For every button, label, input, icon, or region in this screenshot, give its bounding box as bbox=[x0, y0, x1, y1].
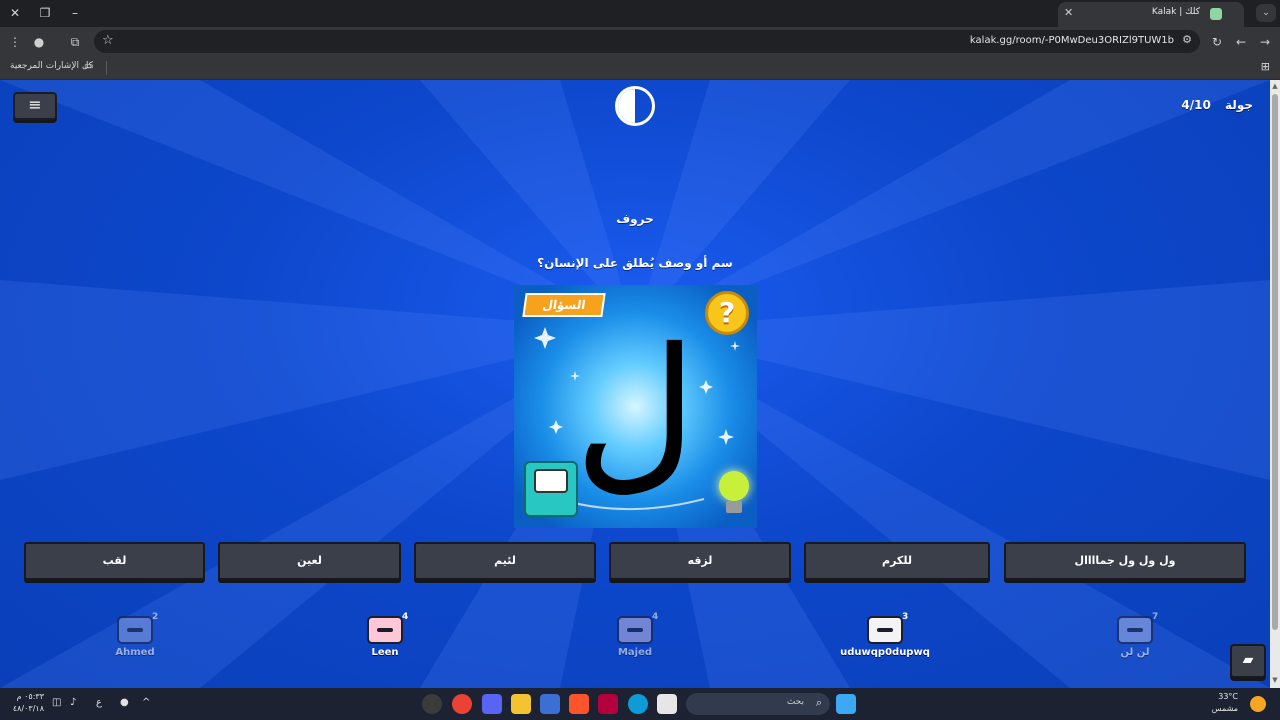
taskbar-search[interactable]: بحث ⌕ bbox=[686, 693, 830, 715]
player-name: Leen bbox=[371, 647, 399, 658]
player-item: 4 Leen bbox=[340, 610, 430, 666]
answer-button-1[interactable]: ول ول ول جماااال bbox=[1004, 542, 1246, 580]
tab-kalak[interactable]: ✕ Kalak | كلك bbox=[1058, 2, 1244, 27]
brave-icon[interactable] bbox=[569, 694, 589, 714]
answer-button-3[interactable]: لزقه bbox=[609, 542, 791, 580]
system-clock[interactable]: ٠٥:٣٣ م ٤٨/٠٣/١٨ bbox=[12, 691, 44, 715]
player-item: 2 Ahmed bbox=[90, 610, 180, 666]
game-area: ≡ جولة 4/10 حروف سم أو وصف يُطلق على الإ… bbox=[0, 80, 1270, 688]
weather-widget[interactable]: 33°C مشمس bbox=[1198, 691, 1238, 715]
file-explorer-icon[interactable] bbox=[511, 694, 531, 714]
player-avatar bbox=[1117, 616, 1153, 644]
answer-button-4[interactable]: لئيم bbox=[414, 542, 596, 580]
round-label: جولة bbox=[1225, 98, 1253, 112]
app-icon-red[interactable] bbox=[598, 694, 618, 714]
scroll-up-icon[interactable]: ▲ bbox=[1271, 82, 1279, 90]
bookmarks-divider bbox=[106, 61, 107, 75]
lightbulb-icon bbox=[719, 471, 749, 501]
player-item: 7 لن لن bbox=[1090, 610, 1180, 666]
tab-search-icon[interactable]: ⌄ bbox=[1256, 4, 1276, 22]
tab-title: Kalak | كلك bbox=[1151, 7, 1200, 17]
language-indicator[interactable]: ع bbox=[96, 697, 102, 708]
minimize-window-icon[interactable]: – bbox=[64, 4, 86, 22]
player-name: Majed bbox=[617, 647, 653, 658]
microphone-icon[interactable]: ● bbox=[120, 697, 129, 708]
sun-icon bbox=[1250, 696, 1266, 712]
player-item: 3 uduwqp0dupwq bbox=[840, 610, 930, 666]
weather-condition: مشمس bbox=[1211, 704, 1238, 713]
answer-button-2[interactable]: للكرم bbox=[804, 542, 990, 580]
players-list: 7 لن لن 3 uduwqp0dupwq 4 Majed 4 Leen 2 … bbox=[0, 610, 1270, 670]
volume-icon[interactable]: ♪ bbox=[70, 697, 76, 708]
answer-button-6[interactable]: لقب bbox=[24, 542, 205, 580]
player-avatar bbox=[367, 616, 403, 644]
player-score: 4 bbox=[402, 612, 409, 622]
answer-options: ول ول ول جماااال للكرم لزقه لئيم لعين لق… bbox=[24, 542, 1246, 582]
close-tab-icon[interactable]: ✕ bbox=[1064, 6, 1073, 19]
player-name: لن لن bbox=[1120, 647, 1150, 658]
app-icon-window[interactable] bbox=[657, 694, 677, 714]
forward-icon[interactable]: → bbox=[1256, 33, 1274, 51]
apps-grid-icon[interactable]: ⊞ bbox=[1261, 60, 1270, 73]
extensions-icon[interactable]: ⧉ bbox=[66, 33, 84, 51]
network-icon[interactable]: ◫ bbox=[52, 697, 61, 708]
player-score: 4 bbox=[652, 612, 659, 622]
site-settings-icon[interactable]: ⚙ bbox=[1182, 33, 1192, 46]
clock-date: ٤٨/٠٣/١٨ bbox=[12, 704, 44, 713]
category-title: حروف bbox=[616, 212, 654, 226]
player-avatar bbox=[617, 616, 653, 644]
kalak-logo bbox=[615, 86, 655, 126]
round-number: 4/10 bbox=[1181, 98, 1211, 112]
answer-button-5[interactable]: لعين bbox=[218, 542, 401, 580]
restore-window-icon[interactable]: ❐ bbox=[34, 4, 56, 22]
chat-button[interactable]: ▰ bbox=[1230, 644, 1266, 678]
scrollbar-thumb[interactable] bbox=[1272, 94, 1278, 630]
browser-tab-bar: ✕ ❐ – + ✕ Kalak | كلك ⌄ bbox=[0, 0, 1280, 27]
search-placeholder: بحث bbox=[786, 697, 804, 707]
player-avatar bbox=[117, 616, 153, 644]
search-icon: ⌕ bbox=[815, 696, 822, 709]
address-bar[interactable]: ☆ kalak.gg/room/-P0MwDeu3ORIZl9TUW1b ⚙ bbox=[94, 30, 1200, 53]
scroll-down-icon[interactable]: ▼ bbox=[1271, 676, 1279, 684]
clock-time: ٠٥:٣٣ م bbox=[16, 692, 44, 701]
edge-icon[interactable] bbox=[628, 694, 648, 714]
reload-icon[interactable]: ↻ bbox=[1208, 33, 1226, 51]
url-text: kalak.gg/room/-P0MwDeu3ORIZl9TUW1b bbox=[969, 35, 1174, 46]
player-avatar bbox=[867, 616, 903, 644]
player-score: 7 bbox=[1152, 612, 1159, 622]
app-icon-settings[interactable] bbox=[540, 694, 560, 714]
windows-start-icon[interactable] bbox=[836, 694, 856, 714]
profile-avatar[interactable]: ● bbox=[30, 33, 48, 51]
all-bookmarks-link[interactable]: كل الإشارات المرجعية bbox=[10, 61, 93, 71]
player-name: Ahmed bbox=[115, 647, 155, 658]
player-score: 2 bbox=[152, 612, 159, 622]
hamburger-menu-button[interactable]: ≡ bbox=[13, 92, 57, 120]
tray-overflow-icon[interactable]: ^ bbox=[142, 697, 150, 708]
windows-taskbar: ٠٥:٣٣ م ٤٨/٠٣/١٨ ◫ ♪ ع ● ^ بحث ⌕ 33°C مش… bbox=[0, 688, 1280, 720]
favicon-icon bbox=[1210, 8, 1222, 20]
page-scrollbar[interactable]: ▲ ▼ bbox=[1270, 80, 1280, 688]
player-score: 3 bbox=[902, 612, 909, 622]
question-text: سم أو وصف يُطلق على الإنسان؟ bbox=[537, 256, 733, 270]
chrome-icon[interactable] bbox=[452, 694, 472, 714]
folder-icon: ▭ bbox=[84, 61, 94, 72]
robot-mascot-icon bbox=[524, 461, 578, 517]
discord-icon[interactable] bbox=[482, 694, 502, 714]
player-item: 4 Majed bbox=[590, 610, 680, 666]
lightbulb-base bbox=[726, 501, 742, 513]
app-icon-clock[interactable] bbox=[422, 694, 442, 714]
browser-toolbar: ⋮ ● ⧉ ☆ kalak.gg/room/-P0MwDeu3ORIZl9TUW… bbox=[0, 27, 1280, 56]
player-name: uduwqp0dupwq bbox=[840, 647, 930, 658]
close-window-icon[interactable]: ✕ bbox=[4, 4, 26, 22]
weather-temp: 33°C bbox=[1218, 692, 1238, 701]
bookmarks-bar: كل الإشارات المرجعية ▭ ⊞ bbox=[0, 56, 1280, 80]
question-card: السؤال ? ل bbox=[514, 285, 757, 528]
bookmark-star-icon[interactable]: ☆ bbox=[102, 33, 114, 48]
back-icon[interactable]: ← bbox=[1232, 33, 1250, 51]
round-indicator: جولة 4/10 bbox=[1181, 98, 1253, 112]
more-menu-icon[interactable]: ⋮ bbox=[6, 33, 24, 51]
